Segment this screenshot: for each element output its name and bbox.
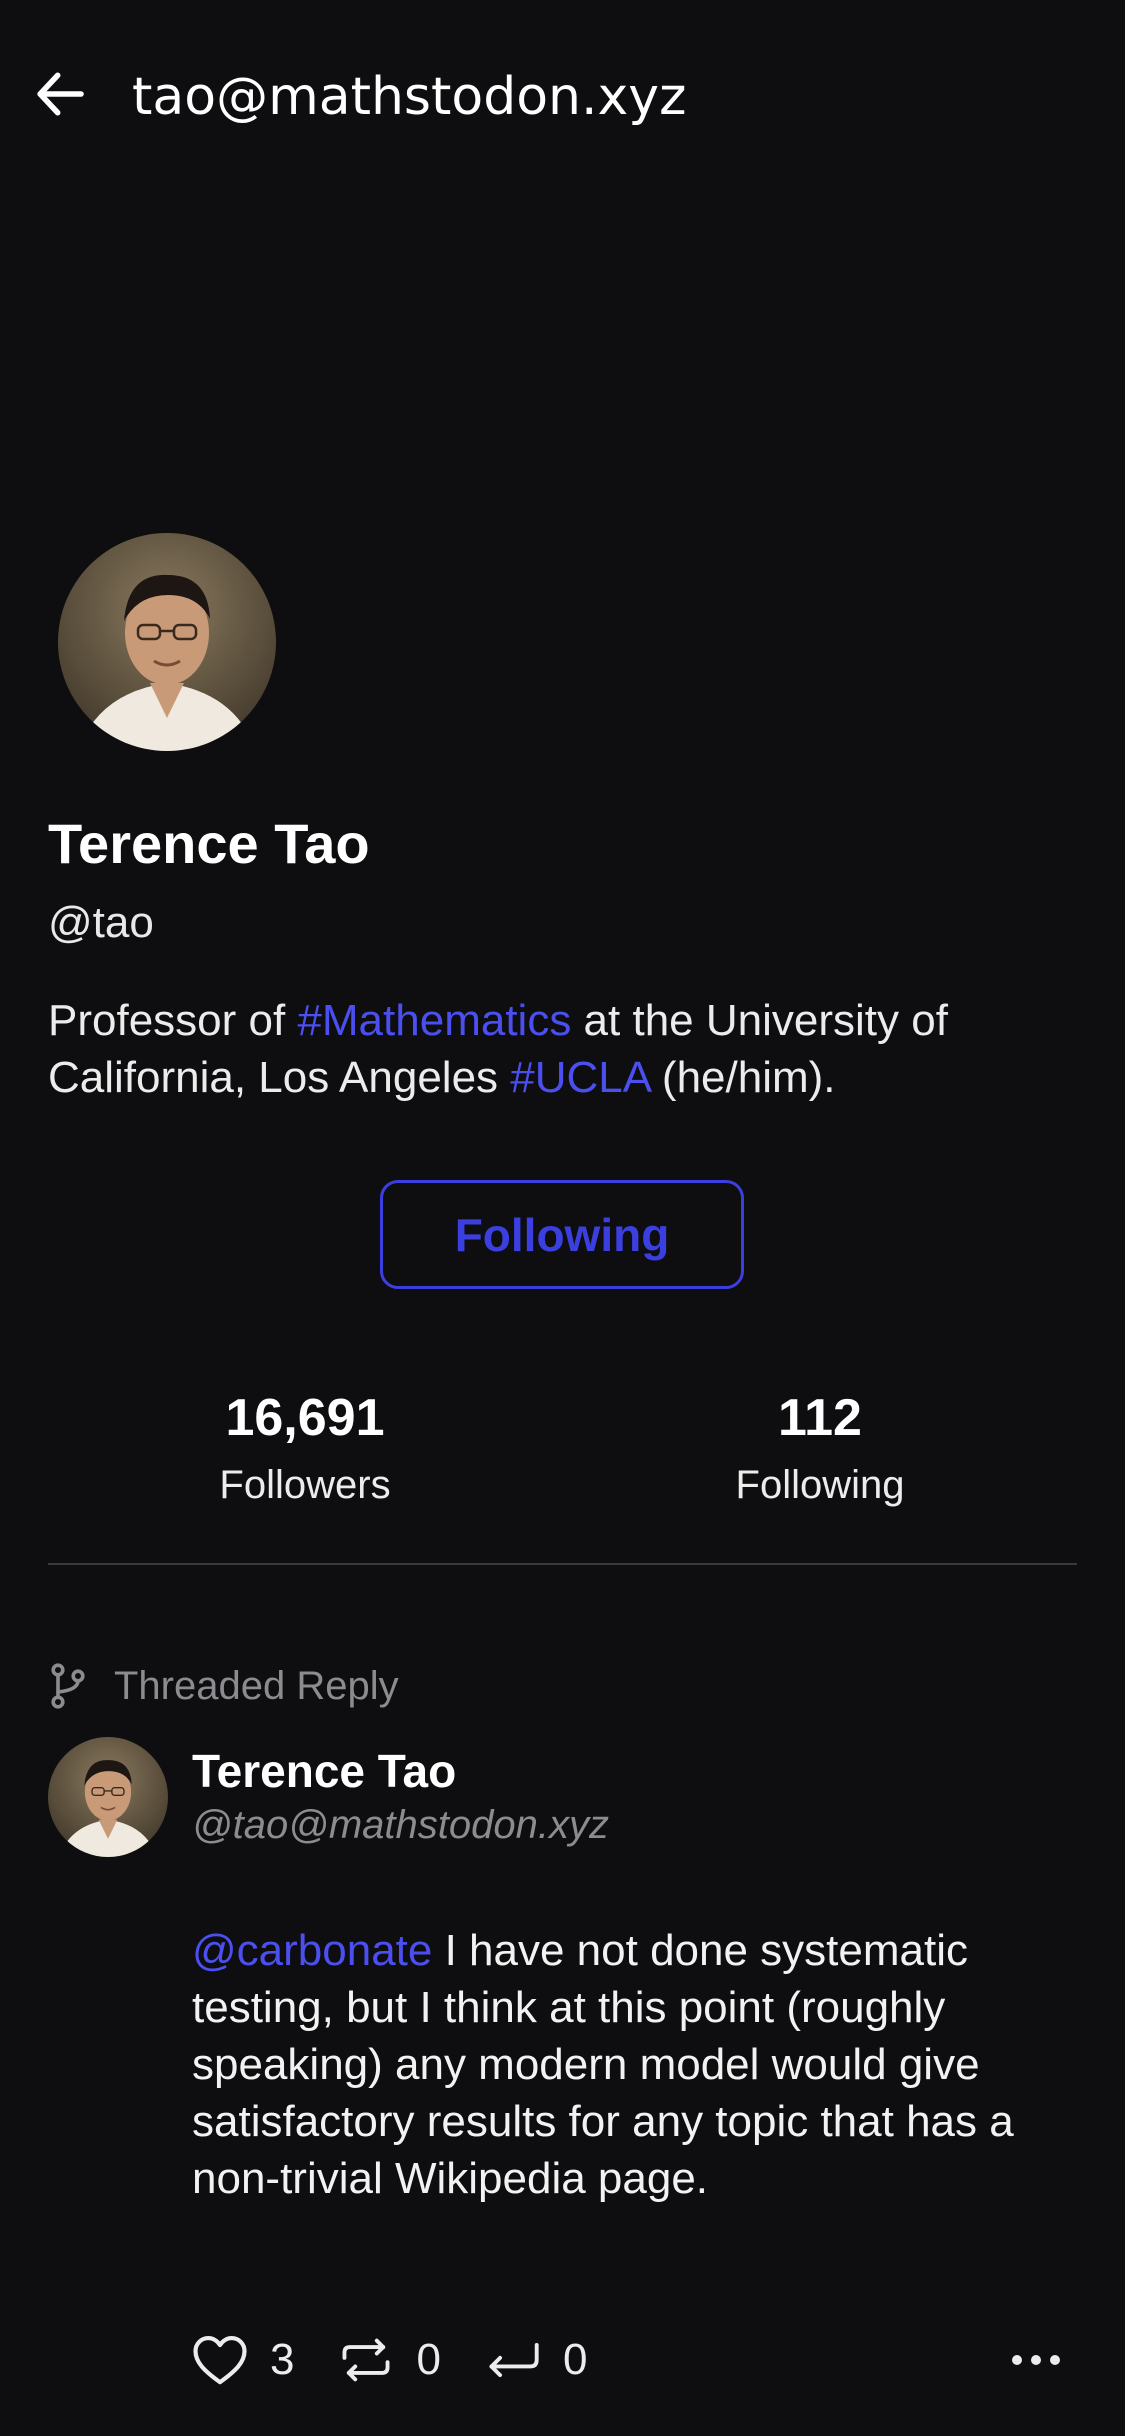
avatar-image <box>48 1737 168 1857</box>
threaded-reply-label: Threaded Reply <box>48 1660 399 1712</box>
following-label: Following <box>735 1463 905 1507</box>
back-button[interactable] <box>28 62 92 126</box>
reply-count: 0 <box>562 2335 588 2384</box>
mention-link[interactable]: @carbonate <box>192 1926 432 1975</box>
following-count: 112 <box>778 1389 862 1447</box>
page-title: tao@mathstodon.xyz <box>132 67 687 127</box>
post-author-avatar[interactable] <box>48 1737 168 1857</box>
heart-icon <box>193 2335 247 2385</box>
git-branch-icon <box>51 1663 85 1709</box>
bio-text: (he/him). <box>649 1053 836 1102</box>
hashtag-ucla[interactable]: #UCLA <box>510 1053 649 1102</box>
divider <box>48 1563 1077 1565</box>
like-count: 3 <box>270 2335 295 2384</box>
hashtag-mathematics[interactable]: #Mathematics <box>297 996 571 1045</box>
boost-count: 0 <box>416 2335 441 2384</box>
account-handle: @tao <box>48 898 154 947</box>
profile-avatar[interactable] <box>58 533 276 751</box>
profile-bio: Professor of #Mathematics at the Univers… <box>48 992 1088 1106</box>
post-content: @carbonate I have not done systematic te… <box>192 1922 1022 2207</box>
reply-icon <box>489 2342 539 2378</box>
arrow-left-icon <box>37 72 84 116</box>
post-author-name[interactable]: Terence Tao <box>192 1742 456 1800</box>
more-horizontal-icon <box>1012 2355 1060 2365</box>
following-button[interactable]: Following <box>380 1180 744 1289</box>
followers-label: Followers <box>219 1463 391 1507</box>
boost-button[interactable]: 0 <box>338 2335 441 2385</box>
reply-button[interactable]: 0 <box>485 2335 587 2385</box>
like-button[interactable]: 3 <box>192 2334 294 2386</box>
display-name: Terence Tao <box>48 812 370 875</box>
following-stat[interactable]: 112 Following <box>640 1385 1000 1513</box>
threaded-reply-text: Threaded Reply <box>114 1664 399 1708</box>
top-bar: tao@mathstodon.xyz <box>0 0 1125 190</box>
post-author-handle: @tao@mathstodon.xyz <box>192 1803 609 1847</box>
repeat-icon <box>343 2338 390 2382</box>
profile-screen: tao@mathstodon.xyz Terence Tao @tao Prof… <box>0 0 1125 2436</box>
avatar-image <box>58 533 276 751</box>
followers-count: 16,691 <box>225 1389 385 1447</box>
more-options-button[interactable] <box>982 2325 1062 2395</box>
bio-text: Professor of <box>48 996 298 1045</box>
post-actions: 3 0 0 <box>192 2325 1062 2395</box>
followers-stat[interactable]: 16,691 Followers <box>125 1385 485 1513</box>
